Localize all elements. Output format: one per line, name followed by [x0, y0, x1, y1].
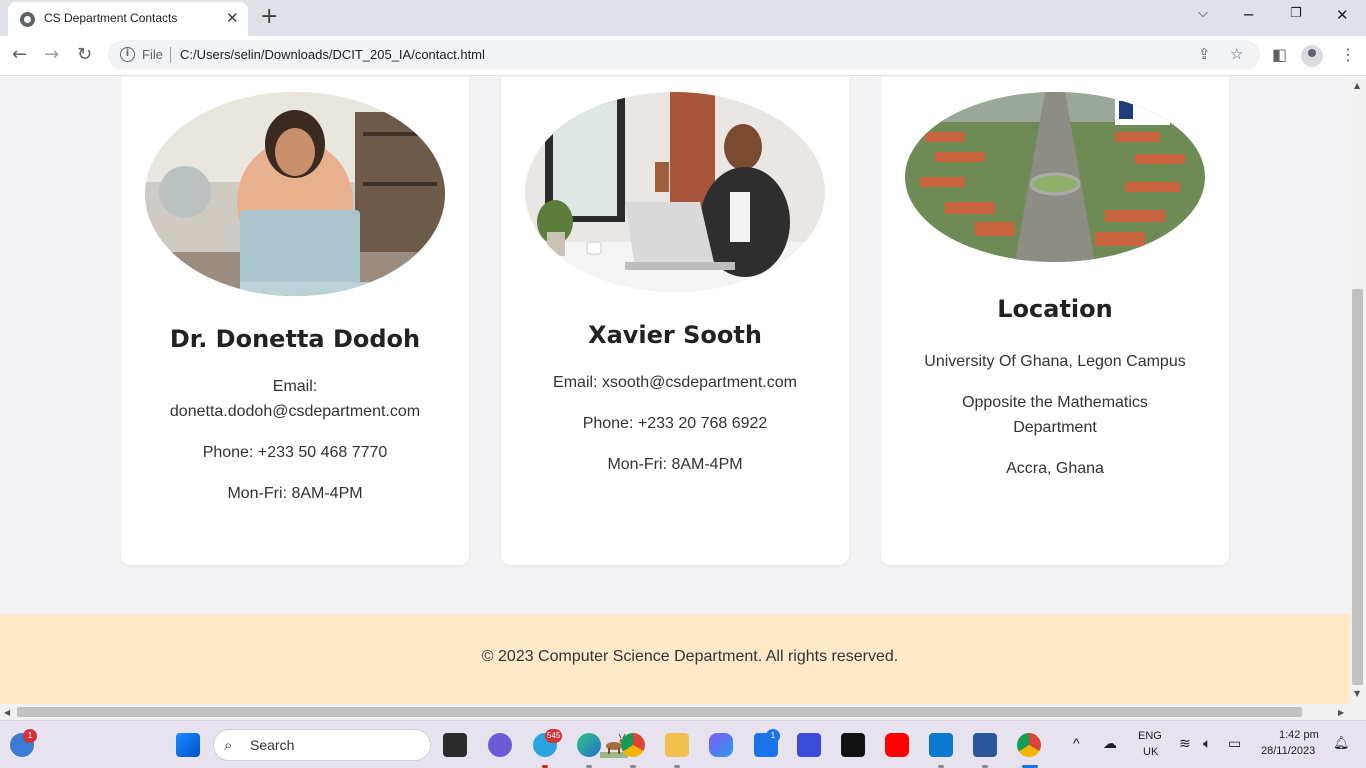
location-line-2: Opposite the Mathematics Department: [962, 394, 1148, 436]
windows-taskbar: 1 ⌕ Search 545 1 ^ ☁ ENG UK ≋ 🔈︎ ▭ 1:42 …: [0, 720, 1366, 768]
wifi-icon[interactable]: ≋: [1179, 735, 1191, 752]
location-line-3: Accra, Ghana: [1006, 460, 1104, 477]
address-bar[interactable]: i File C:/Users/selin/Downloads/DCIT_205…: [108, 40, 1260, 70]
edge-icon[interactable]: [577, 733, 601, 757]
tab-strip: CS Department Contacts ✕ + ⌵ ─ ❐ ✕: [0, 0, 1366, 36]
windows-start-icon[interactable]: [176, 733, 200, 757]
campus-aerial-photo: [905, 92, 1205, 262]
footer-copyright: © 2023 Computer Science Department. All …: [481, 648, 899, 665]
vertical-scroll-thumb[interactable]: [1352, 289, 1363, 685]
region-label[interactable]: UK: [1143, 746, 1158, 758]
contact-email: donetta.dodoh@csdepartment.com: [169, 403, 421, 420]
window-close-button[interactable]: ✕: [1336, 6, 1349, 24]
contact-email: Email: xsooth@csdepartment.com: [553, 374, 797, 391]
tray-chevron-up-icon[interactable]: ^: [1073, 735, 1080, 751]
chrome-active-icon[interactable]: [1017, 733, 1041, 757]
tray-network-status-icon[interactable]: ☁: [1103, 735, 1117, 752]
scroll-left-arrow-icon[interactable]: ◀: [4, 708, 10, 717]
netflix-icon[interactable]: [841, 733, 865, 757]
chrome-icon[interactable]: [621, 733, 645, 757]
contact-card-donetta: Dr. Donetta Dodoh Email: donetta.dodoh@c…: [121, 77, 469, 565]
word-icon[interactable]: [973, 733, 997, 757]
info-icon[interactable]: i: [120, 47, 135, 62]
language-label[interactable]: ENG: [1138, 730, 1162, 742]
url-text[interactable]: C:/Users/selin/Downloads/DCIT_205_IA/con…: [180, 47, 485, 62]
forward-button[interactable]: →: [44, 44, 59, 65]
clock-time[interactable]: 1:42 pm: [1279, 729, 1319, 741]
battery-icon[interactable]: ▭: [1228, 735, 1241, 752]
new-tab-button[interactable]: +: [260, 4, 278, 29]
scroll-up-arrow-icon[interactable]: ▲: [1354, 81, 1360, 90]
horizontal-scroll-thumb[interactable]: [17, 707, 1302, 717]
profile-avatar-icon[interactable]: [1301, 45, 1323, 67]
widgets-badge: 1: [23, 729, 37, 743]
vertical-scrollbar[interactable]: ▲ ▼: [1350, 77, 1366, 704]
scroll-down-arrow-icon[interactable]: ▼: [1354, 689, 1360, 698]
movie-maker-icon[interactable]: [797, 733, 821, 757]
contact-email-label: Email:: [272, 378, 318, 395]
taskbar-search-box[interactable]: ⌕ Search: [213, 729, 628, 761]
tab-search-chevron-icon[interactable]: ⌵: [1198, 6, 1208, 21]
tab-close-icon[interactable]: ✕: [226, 9, 239, 27]
url-divider: [170, 47, 171, 63]
contact-phone: Phone: +233 50 468 7770: [202, 444, 388, 461]
search-icon: ⌕: [224, 736, 233, 754]
page-footer: © 2023 Computer Science Department. All …: [0, 614, 1350, 704]
telegram-badge: 545: [545, 729, 563, 743]
back-button[interactable]: ←: [12, 44, 27, 65]
tab-title: CS Department Contacts: [44, 11, 178, 25]
menu-kebab-icon[interactable]: ⋮: [1340, 45, 1356, 64]
globe-icon: [20, 12, 35, 27]
task-view-icon[interactable]: [443, 733, 467, 757]
contact-name: Xavier Sooth: [588, 321, 762, 349]
location-line-1: University Of Ghana, Legon Campus: [924, 353, 1186, 370]
page-viewport: Dr. Donetta Dodoh Email: donetta.dodoh@c…: [0, 77, 1350, 704]
vscode-icon[interactable]: [929, 733, 953, 757]
share-icon[interactable]: ⇪: [1198, 45, 1211, 63]
scroll-right-arrow-icon[interactable]: ▶: [1338, 708, 1344, 717]
browser-toolbar: ← → ↻ i File C:/Users/selin/Downloads/DC…: [0, 36, 1366, 76]
location-title: Location: [997, 295, 1113, 323]
contact-photo-xavier: [525, 92, 825, 292]
file-explorer-icon[interactable]: [665, 733, 689, 757]
teams-chat-icon[interactable]: [488, 733, 512, 757]
contact-name: Dr. Donetta Dodoh: [169, 325, 421, 353]
contact-card-xavier: Xavier Sooth Email: xsooth@csdepartment.…: [501, 77, 849, 565]
notification-bell-icon[interactable]: 🔔︎: [1333, 735, 1350, 751]
copilot-icon[interactable]: [709, 733, 733, 757]
contact-phone: Phone: +233 20 768 6922: [582, 415, 768, 432]
horizontal-scrollbar[interactable]: ◀ ▶: [0, 704, 1366, 720]
restore-button[interactable]: ❐: [1290, 6, 1302, 21]
reload-button[interactable]: ↻: [77, 44, 92, 65]
contact-hours: Mon-Fri: 8AM-4PM: [607, 456, 743, 473]
volume-icon[interactable]: 🔈︎: [1203, 735, 1211, 752]
search-placeholder: Search: [250, 737, 295, 753]
url-scheme-label: File: [142, 47, 163, 62]
clock-date[interactable]: 28/11/2023: [1261, 745, 1315, 757]
youtube-icon[interactable]: [885, 733, 909, 757]
contact-photo-donetta: [145, 92, 445, 296]
browser-tab[interactable]: CS Department Contacts ✕: [8, 2, 248, 36]
location-card: Location University Of Ghana, Legon Camp…: [881, 77, 1229, 565]
side-panel-icon[interactable]: ◧: [1272, 45, 1287, 64]
contact-hours: Mon-Fri: 8AM-4PM: [227, 485, 363, 502]
minimize-button[interactable]: ─: [1244, 6, 1253, 24]
bookmark-star-icon[interactable]: ☆: [1230, 45, 1243, 63]
mail-badge: 1: [766, 729, 780, 743]
